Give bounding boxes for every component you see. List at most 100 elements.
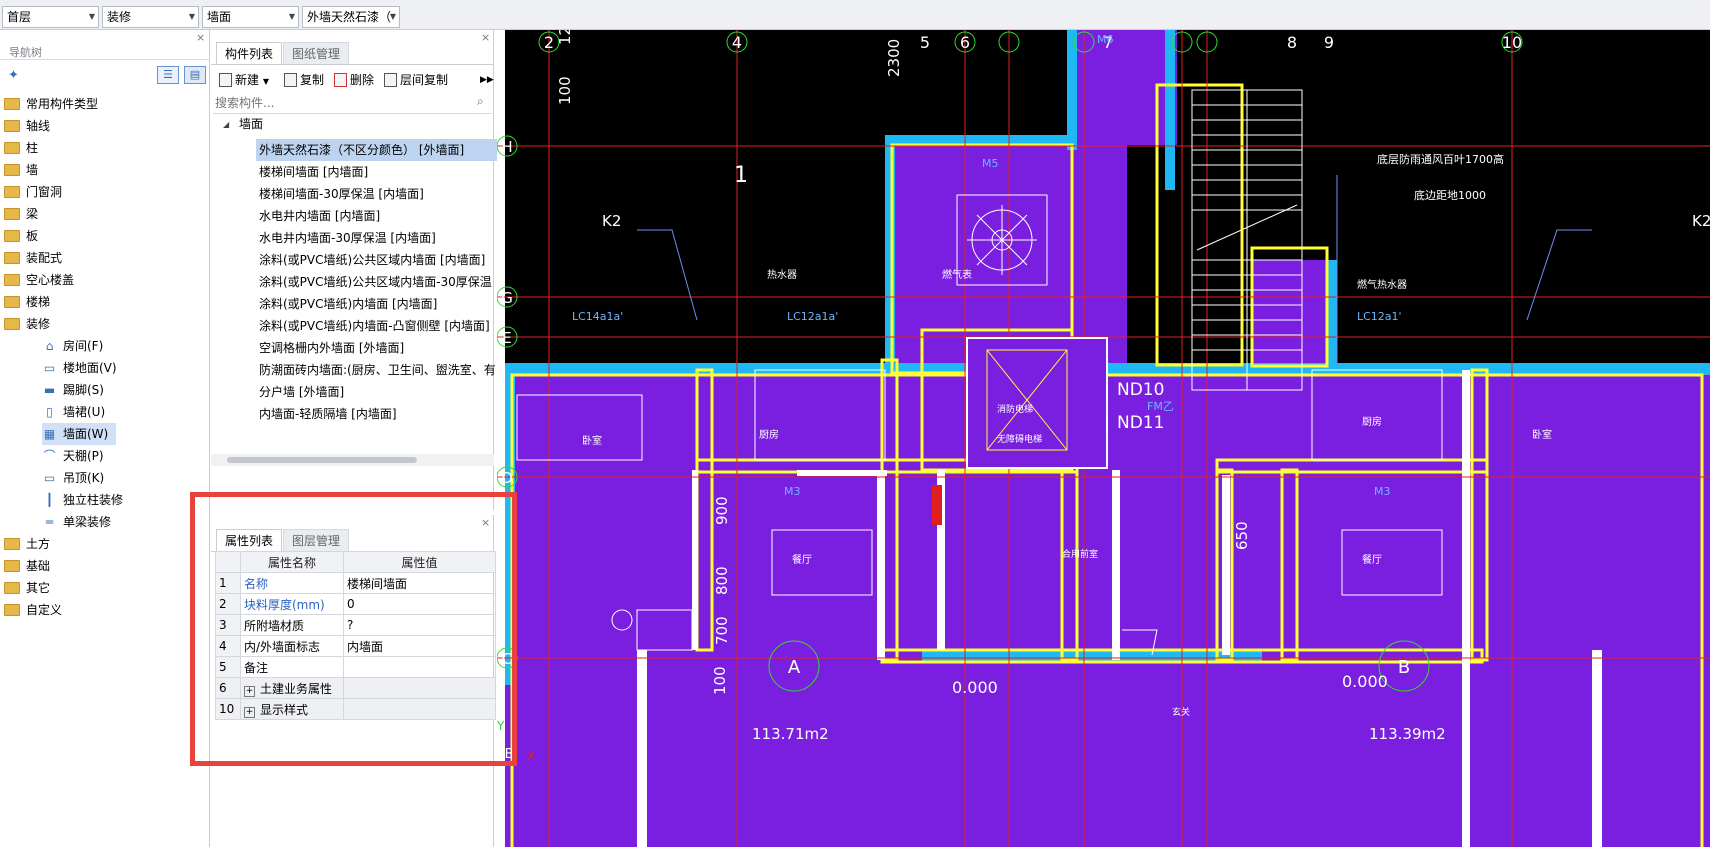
nav-item-label: 自定义 [26, 603, 63, 617]
floor-copy-button[interactable]: 层间复制 [384, 72, 448, 88]
nav-item[interactable]: 土方 [4, 533, 58, 555]
component-search[interactable]: ⌕ [213, 94, 492, 114]
nav-item[interactable]: 装配式 [4, 247, 70, 269]
category-select-value: 装修 [107, 10, 132, 24]
component-list-item[interactable]: 空调格栅内外墙面 [外墙面] [256, 337, 497, 359]
component-list-item[interactable]: 防潮面砖内墙面:(厨房、卫生间、盥洗室、有 [256, 359, 497, 381]
nav-item-label: 基础 [26, 559, 51, 573]
component-list-item[interactable]: 涂料(或PVC墙纸)公共区域内墙面-30厚保温 [256, 271, 497, 293]
folder-icon [4, 251, 20, 264]
nav-item-label: 墙面(W) [63, 427, 109, 441]
list-view-icon[interactable]: ☰ [157, 66, 179, 84]
elevator-shaft [966, 337, 1108, 469]
nav-item[interactable]: 墙 [4, 159, 46, 181]
nav-item[interactable]: ┃ 独立柱装修 [42, 489, 131, 511]
nav-item[interactable]: 梁 [4, 203, 46, 225]
nav-item-label: 轴线 [26, 119, 51, 133]
top-toolbar: 首层 ▼ 装修 ▼ 墙面 ▼ 外墙天然石漆（ ▼ [0, 0, 1710, 30]
tab-drawing-management[interactable]: 图纸管理 [283, 42, 350, 64]
nav-item[interactable]: ▭ 楼地面(V) [42, 357, 125, 379]
component-select[interactable]: 外墙天然石漆（ ▼ [302, 6, 400, 28]
nav-item[interactable]: ▭ 吊顶(K) [42, 467, 112, 489]
label-k2-right: K2 [1692, 212, 1710, 230]
label-circle-b: B [1398, 657, 1410, 678]
nav-item-label: 柱 [26, 141, 39, 155]
nav-item[interactable]: ═ 单梁装修 [42, 511, 119, 533]
component-list-item[interactable]: 涂料(或PVC墙纸)内墙面-凸窗侧壁 [内墙面] [256, 315, 497, 337]
nav-item[interactable]: 轴线 [4, 115, 58, 137]
nav-item[interactable]: 楼梯 [4, 291, 58, 313]
more-icon[interactable]: ▶▶ [480, 72, 494, 88]
detail-view-icon[interactable]: ▤ [184, 66, 206, 84]
component-list-item[interactable]: 楼梯间墙面 [内墙面] [256, 161, 497, 183]
label-elevation-left: 0.000 [952, 678, 998, 697]
folder-icon [4, 229, 20, 242]
door-marker [932, 485, 942, 525]
nav-item[interactable]: 常用构件类型 [4, 93, 106, 115]
label-dining-left: 餐厅 [792, 553, 812, 566]
nav-item[interactable]: ▦ 墙面(W) [42, 423, 117, 445]
component-list-item[interactable]: 涂料(或PVC墙纸)内墙面 [内墙面] [256, 293, 497, 315]
beam-finish-icon: ═ [45, 515, 54, 529]
floor-plan-drawing[interactable]: 2 4 5 6 7 8 9 10 H G E D C K2 K2 热水器 燃气表… [497, 30, 1710, 847]
delete-label: 删除 [350, 73, 375, 87]
nav-item[interactable]: ⌂ 房间(F) [42, 335, 111, 357]
group-wall-surface[interactable]: 墙面 [239, 116, 263, 132]
folder-icon [4, 119, 20, 132]
floor-select-value: 首层 [7, 10, 32, 24]
label-foyer: 玄关 [1172, 706, 1190, 718]
dim-650: 650 [1233, 521, 1251, 550]
component-list-item[interactable]: 涂料(或PVC墙纸)公共区域内墙面 [内墙面] [256, 249, 497, 271]
delete-button[interactable]: 删除 [334, 72, 374, 88]
component-list-item[interactable]: 水电井内墙面-30厚保温 [内墙面] [256, 227, 497, 249]
dim-100-bottom: 100 [711, 666, 729, 695]
component-list-item[interactable]: 外墙天然石漆（不区分颜色） [外墙面] [256, 139, 497, 161]
scrollbar-thumb[interactable] [227, 457, 417, 463]
label-axis-x: X [527, 749, 535, 763]
dim-900: 900 [713, 496, 731, 525]
floor-select[interactable]: 首层 ▼ [2, 6, 99, 28]
nav-item[interactable]: 其它 [4, 577, 58, 599]
expand-all-icon[interactable]: ✦ [8, 68, 19, 83]
nav-item[interactable]: 板 [4, 225, 46, 247]
nav-item[interactable]: 自定义 [4, 599, 70, 621]
nav-item[interactable]: 门窗洞 [4, 181, 70, 203]
tab-component-list[interactable]: 构件列表 [216, 42, 283, 64]
collapse-icon[interactable]: ◢ [223, 120, 229, 129]
label-dining-right: 餐厅 [1362, 553, 1382, 566]
label-elevation-right: 0.000 [1342, 672, 1388, 691]
category-select[interactable]: 装修 ▼ [102, 6, 199, 28]
label-water-heater: 热水器 [767, 268, 797, 281]
nav-item[interactable]: ▯ 墙裙(U) [42, 401, 113, 423]
label-front-room: 合用前室 [1062, 548, 1098, 560]
search-icon[interactable]: ⌕ [477, 94, 484, 109]
chevron-down-icon: ▼ [389, 12, 396, 21]
axis-label-6: 6 [960, 33, 970, 52]
nav-item[interactable]: 空心楼盖 [4, 269, 82, 291]
label-barrier-free-elevator: 无障碍电梯 [997, 433, 1042, 445]
nav-item[interactable]: 柱 [4, 137, 46, 159]
type-select[interactable]: 墙面 ▼ [202, 6, 299, 28]
nav-item[interactable]: ▬ 踢脚(S) [42, 379, 112, 401]
component-list-item[interactable]: 内墙面-轻质隔墙 [内墙面] [256, 403, 497, 425]
component-list-item[interactable]: 分户墙 [外墙面] [256, 381, 497, 403]
axis-label-H: H [501, 138, 512, 156]
horizontal-scrollbar[interactable] [211, 454, 494, 466]
new-button[interactable]: 新建 ▼ [219, 72, 269, 90]
label-m5: M5 [982, 157, 999, 170]
component-list-panel: × 构件列表 图纸管理 新建 ▼ 复制 删除 层间复制 ▶▶ ⌕ ◢ 墙面 外墙… [211, 30, 497, 510]
label-kitchen-right: 厨房 [1362, 415, 1382, 428]
component-list-item[interactable]: 水电井内墙面 [内墙面] [256, 205, 497, 227]
nav-item[interactable]: ⌒ 天棚(P) [42, 445, 112, 467]
chevron-down-icon: ▼ [88, 12, 95, 21]
search-input[interactable] [213, 94, 457, 112]
copy-button[interactable]: 复制 [284, 72, 324, 88]
component-list-item[interactable]: 楼梯间墙面-30厚保温 [内墙面] [256, 183, 497, 205]
close-icon[interactable]: × [481, 31, 490, 44]
nav-item[interactable]: 基础 [4, 555, 58, 577]
nav-item-label: 墙裙(U) [63, 405, 106, 419]
nav-item[interactable]: 装修 [4, 313, 58, 335]
label-number-1: 1 [734, 163, 748, 188]
drawing-canvas[interactable]: 2 4 5 6 7 8 9 10 H G E D C K2 K2 热水器 燃气表… [497, 30, 1710, 847]
label-kitchen-left: 厨房 [759, 428, 779, 441]
